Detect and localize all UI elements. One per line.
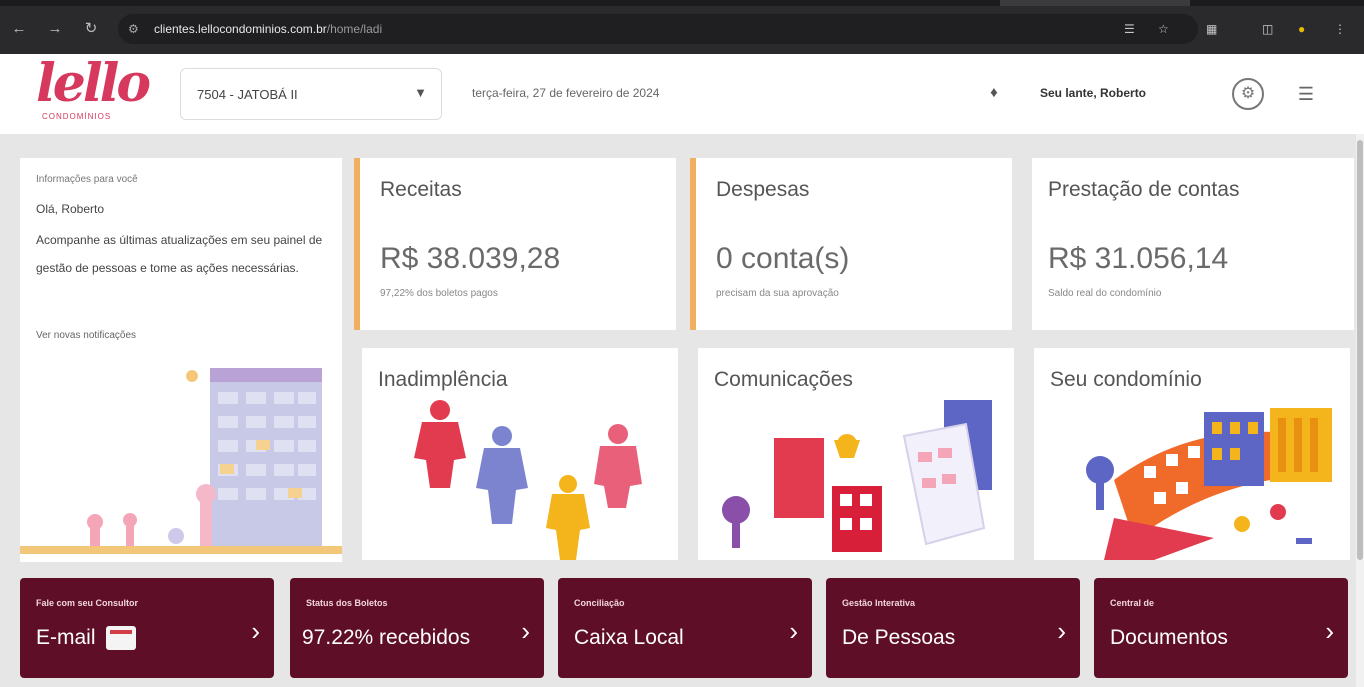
browser-tab[interactable] — [1000, 0, 1190, 6]
tile-main-label: E-mail — [36, 626, 136, 651]
tile-main-label: 97.22% recebidos — [302, 626, 471, 649]
chevron-right-icon: › — [521, 616, 530, 646]
tile-small-label: Central de — [1110, 598, 1155, 608]
tile-gestao-pessoas[interactable]: Gestão Interativa De Pessoas › — [826, 578, 1080, 678]
chevron-right-icon: › — [789, 616, 798, 646]
tile-status-boletos[interactable]: Status dos Boletos 97.22% recebidos › — [290, 578, 544, 678]
communication-illustration — [722, 400, 992, 552]
browser-toolbar: ← → ↻ ⚙ clientes.lellocondominios.com.br… — [0, 0, 1364, 54]
seu-condominio-card[interactable]: Seu condomínio — [1034, 348, 1350, 560]
building-illustration — [87, 368, 322, 548]
site-info-icon[interactable]: ⚙ — [128, 21, 144, 37]
menu-icon[interactable]: ☰ — [1294, 82, 1318, 106]
bookmark-icon[interactable]: ☆ — [1158, 18, 1169, 40]
tile-documentos[interactable]: Central de Documentos › — [1094, 578, 1348, 678]
condominium-select[interactable]: 7504 - JATOBÁ II ▼ — [180, 68, 442, 120]
chevron-right-icon: › — [251, 616, 260, 646]
kpi-sub: precisam da sua aprovação — [716, 288, 839, 299]
chevron-down-icon: ▼ — [414, 85, 427, 100]
notifications-link[interactable]: Ver novas notificações — [36, 330, 136, 341]
info-scrollbar-horizontal[interactable] — [20, 546, 342, 554]
tile-main-label: De Pessoas — [842, 626, 956, 649]
tile-main-label: Documentos — [1110, 626, 1228, 649]
kpi-sub: 97,22% dos boletos pagos — [380, 288, 498, 299]
tile-email-consultor[interactable]: Fale com seu Consultor E-mail › — [20, 578, 274, 678]
translate-icon[interactable]: ☰ — [1124, 18, 1135, 40]
kpi-title: Prestação de contas — [1048, 178, 1240, 201]
info-card: Informações para você Olá, Roberto Acomp… — [20, 158, 342, 562]
tile-small-label: Fale com seu Consultor — [36, 598, 139, 608]
tile-small-label: Status dos Boletos — [306, 598, 388, 608]
kpi-value: 0 conta(s) — [716, 242, 850, 275]
kpi-value: R$ 38.039,28 — [380, 242, 561, 275]
tile-conciliacao[interactable]: Conciliação Caixa Local › — [558, 578, 812, 678]
settings-icon[interactable]: ⚙ — [1232, 78, 1264, 110]
people-illustration — [414, 400, 642, 560]
chevron-right-icon: › — [1057, 616, 1066, 646]
sidepanel-icon[interactable]: ◫ — [1262, 18, 1273, 40]
reload-icon[interactable]: ↻ — [80, 18, 102, 40]
kpi-title: Despesas — [716, 178, 810, 201]
tile-small-label: Gestão Interativa — [842, 598, 916, 608]
info-hello: Olá, Roberto — [36, 202, 105, 216]
chevron-right-icon: › — [1325, 616, 1334, 646]
info-small-title: Informações para você — [36, 174, 138, 185]
browser-menu-icon[interactable]: ⋮ — [1334, 18, 1346, 40]
app-header: lello CONDOMÍNIOS 7504 - JATOBÁ II ▼ ter… — [0, 54, 1364, 134]
forward-icon[interactable]: → — [44, 18, 66, 40]
receitas-card[interactable]: Receitas R$ 38.039,28 97,22% dos boletos… — [354, 158, 676, 330]
condominium-illustration — [1086, 408, 1332, 560]
prestacao-contas-card[interactable]: Prestação de contas R$ 31.056,14 Saldo r… — [1032, 158, 1354, 330]
extensions-icon[interactable]: ▦ — [1206, 18, 1217, 40]
info-text: Acompanhe as últimas atualizações em seu… — [36, 233, 323, 275]
kpi-title: Receitas — [380, 178, 462, 201]
tile-main-label: Caixa Local — [574, 626, 684, 649]
user-greeting[interactable]: Seu lante, Roberto — [1040, 86, 1146, 100]
url-text[interactable]: clientes.lellocondominios.com.br/home/la… — [154, 22, 382, 36]
tile-small-label: Conciliação — [574, 598, 625, 608]
condominium-select-value: 7504 - JATOBÁ II — [197, 87, 298, 102]
kpi-sub: Saldo real do condomínio — [1048, 288, 1162, 299]
profile-icon[interactable]: ● — [1298, 18, 1305, 40]
address-bar[interactable]: ⚙ clientes.lellocondominios.com.br/home/… — [118, 14, 1198, 44]
comunicacoes-card[interactable]: Comunicações — [698, 348, 1014, 560]
bell-icon[interactable]: ♦ — [984, 84, 1004, 104]
header-date: terça-feira, 27 de fevereiro de 2024 — [472, 86, 660, 100]
lello-logo[interactable]: lello CONDOMÍNIOS — [36, 56, 152, 130]
back-icon[interactable]: ← — [8, 18, 30, 40]
page-scrollbar-thumb[interactable] — [1357, 140, 1363, 560]
mail-icon — [105, 626, 136, 651]
despesas-card[interactable]: Despesas 0 conta(s) precisam da sua apro… — [690, 158, 1012, 330]
inadimplencia-card[interactable]: Inadimplência — [362, 348, 678, 560]
kpi-value: R$ 31.056,14 — [1048, 242, 1229, 275]
